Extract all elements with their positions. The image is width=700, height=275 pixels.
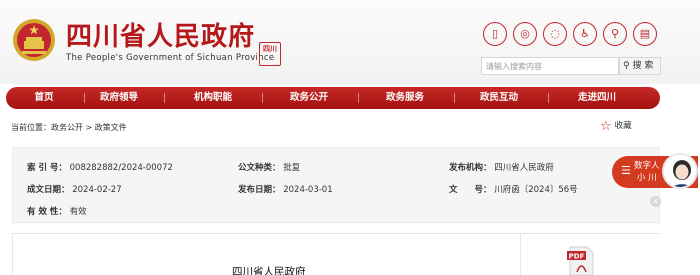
weibo-icon[interactable]: ◎ xyxy=(513,22,537,46)
nav-divider xyxy=(84,93,85,103)
created-date-value: 2024-02-27 xyxy=(72,185,122,195)
breadcrumb: 当前位置：政务公开 > 政策文件 xyxy=(11,122,127,133)
content-column-divider xyxy=(520,233,521,275)
accessibility-icon[interactable]: ♿ xyxy=(573,22,597,46)
site-header: 四川省人民政府 The People's Government of Sichu… xyxy=(0,0,700,84)
document-info-panel: 索 引 号： 008282882/2024-00072 公文种类： 批复 发布机… xyxy=(12,147,660,223)
nav-item-leaders[interactable]: 政府领导 xyxy=(100,87,138,109)
breadcrumb-prefix: 当前位置： xyxy=(11,123,51,132)
site-subtitle: The People's Government of Sichuan Provi… xyxy=(66,53,275,63)
search-button-label: 搜 索 xyxy=(632,61,654,71)
nav-divider xyxy=(454,93,455,103)
svg-text:PDF: PDF xyxy=(569,252,585,260)
document-category-value: 批复 xyxy=(283,163,301,173)
national-emblem-icon xyxy=(13,19,55,61)
document-issuer: 四川省人民政府 xyxy=(232,266,306,275)
index-number-value: 008282882/2024-00072 xyxy=(69,163,173,173)
favorite-button[interactable]: ☆ 收藏 xyxy=(600,119,632,134)
pdf-download-icon[interactable]: PDF xyxy=(566,245,596,275)
content-border-left xyxy=(12,233,13,275)
publisher-value: 四川省人民政府 xyxy=(494,163,554,173)
breadcrumb-link-policy-documents[interactable]: 政策文件 xyxy=(95,123,127,132)
digital-assistant-line1: 数字人 xyxy=(634,161,660,171)
elderly-mode-icon[interactable]: ⚲ xyxy=(603,22,627,46)
nav-item-services[interactable]: 政务服务 xyxy=(386,87,424,109)
nav-item-functions[interactable]: 机构职能 xyxy=(194,87,232,109)
digital-assistant-label: 数字人 小 川 xyxy=(634,160,660,184)
menu-icon: ☰ xyxy=(621,164,631,177)
created-date-row: 成文日期： 2024-02-27 xyxy=(27,183,122,195)
nav-item-interaction[interactable]: 政民互动 xyxy=(480,87,518,109)
search-input[interactable] xyxy=(481,57,619,75)
nav-divider xyxy=(358,93,359,103)
star-icon: ☆ xyxy=(600,119,612,134)
breadcrumb-link-open-government[interactable]: 政务公开 xyxy=(51,123,83,132)
publisher-label: 发布机构： xyxy=(449,163,492,173)
publisher-row: 发布机构： 四川省人民政府 xyxy=(449,161,554,173)
nav-item-about-sichuan[interactable]: 走进四川 xyxy=(578,87,616,109)
search-icon: ⚲ xyxy=(623,61,630,71)
nav-item-home[interactable]: 首页 xyxy=(34,87,53,109)
nav-item-open-government[interactable]: 政务公开 xyxy=(290,87,328,109)
mobile-icon[interactable]: ▯ xyxy=(483,22,507,46)
nav-divider xyxy=(548,93,549,103)
nav-divider xyxy=(262,93,263,103)
index-number-label: 索 引 号： xyxy=(27,163,67,173)
header-toolbar: ▯ ◎ ◌ ♿ ⚲ ▤ xyxy=(483,22,663,48)
published-date-value: 2024-03-01 xyxy=(283,185,333,195)
building-icon[interactable]: ▤ xyxy=(633,22,657,46)
published-date-row: 发布日期： 2024-03-01 xyxy=(238,183,333,195)
digital-assistant-avatar[interactable] xyxy=(662,153,698,189)
site-title: 四川省人民政府 xyxy=(66,22,256,52)
favorite-label: 收藏 xyxy=(614,121,632,131)
seal-text: 四川 xyxy=(263,45,277,53)
search-button[interactable]: ⚲ 搜 索 xyxy=(619,57,661,75)
document-category-row: 公文种类： 批复 xyxy=(238,161,300,173)
document-number-row: 文 号： 川府函〔2024〕56号 xyxy=(449,183,578,195)
digital-assistant-line2: 小 川 xyxy=(636,173,657,183)
nav-divider xyxy=(164,93,165,103)
breadcrumb-separator: > xyxy=(83,123,95,132)
validity-value: 有效 xyxy=(69,207,87,217)
document-number-label: 文 号： xyxy=(449,185,492,195)
index-number-row: 索 引 号： 008282882/2024-00072 xyxy=(27,161,173,173)
validity-row: 有 效 性： 有效 xyxy=(27,205,87,217)
document-number-value: 川府函〔2024〕56号 xyxy=(494,185,578,195)
close-icon[interactable]: ✕ xyxy=(650,196,661,207)
published-date-label: 发布日期： xyxy=(238,185,281,195)
content-divider xyxy=(12,233,660,234)
validity-label: 有 效 性： xyxy=(27,207,67,217)
main-nav: 首页 政府领导 机构职能 政务公开 政务服务 政民互动 走进四川 xyxy=(6,87,660,109)
wechat-icon[interactable]: ◌ xyxy=(543,22,567,46)
created-date-label: 成文日期： xyxy=(27,185,70,195)
document-category-label: 公文种类： xyxy=(238,163,281,173)
seal-logo: 四川 xyxy=(259,42,281,66)
